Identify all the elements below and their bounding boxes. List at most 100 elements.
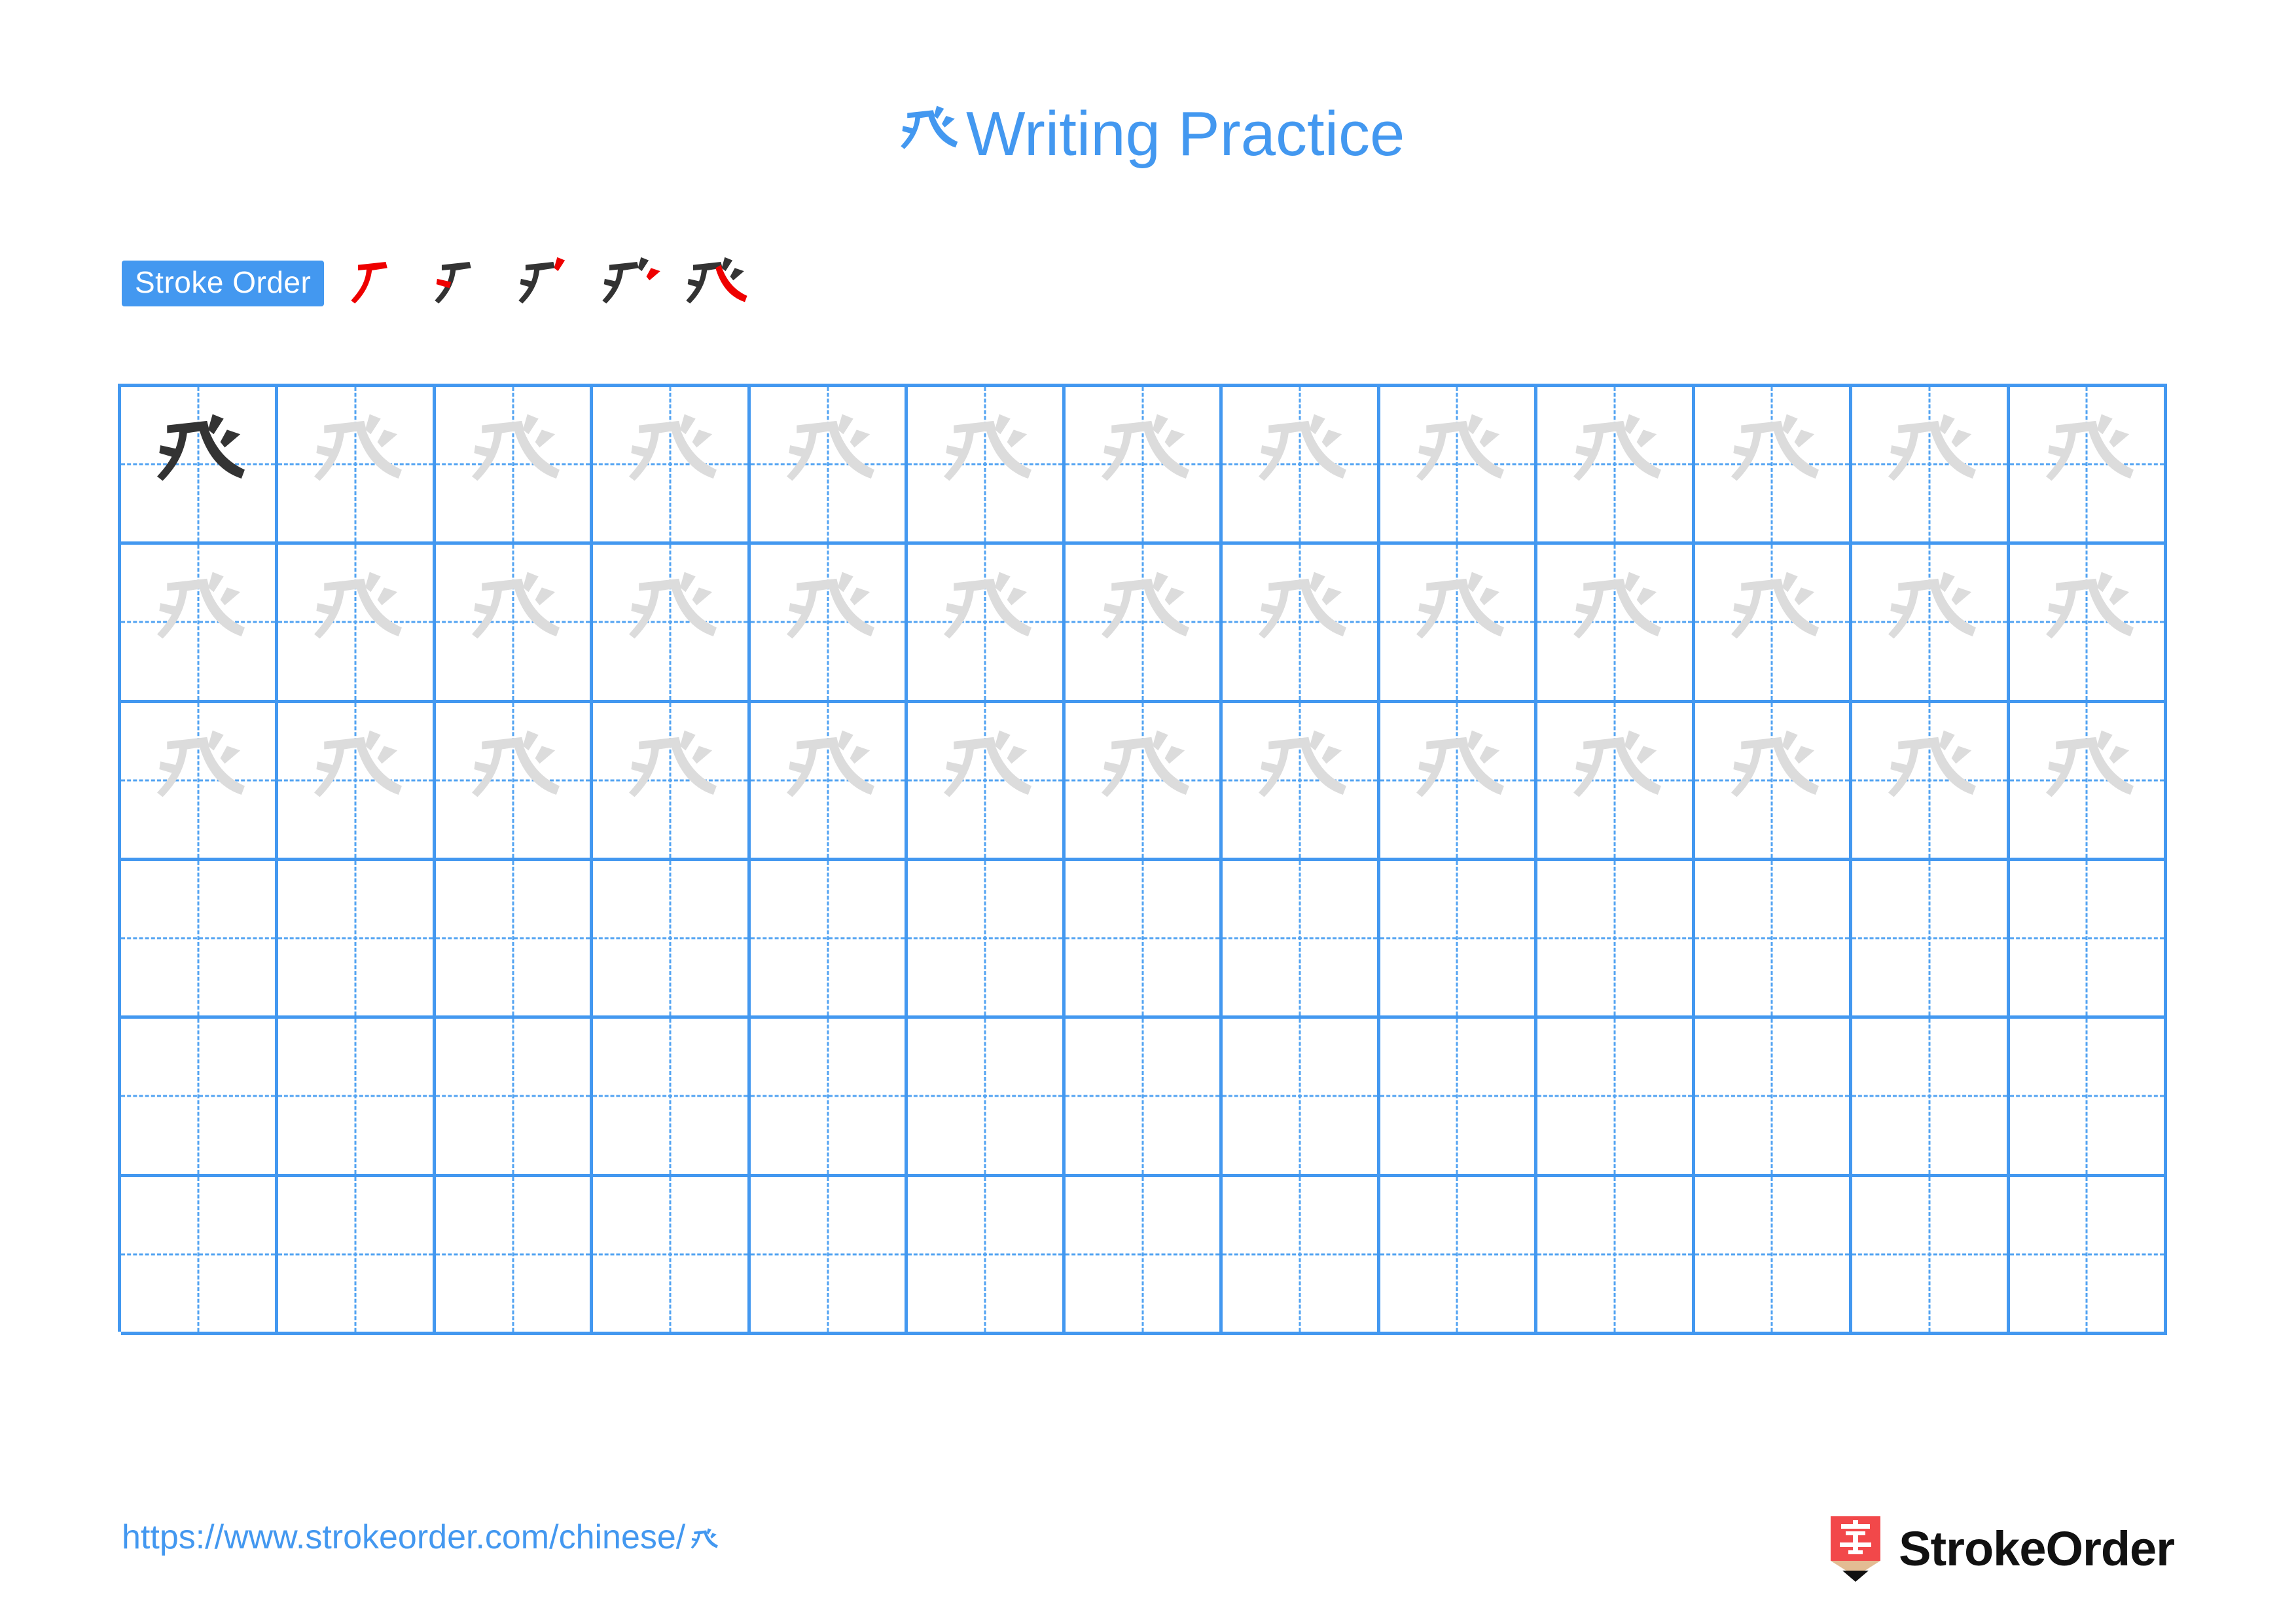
practice-cell-trace[interactable] <box>1065 545 1223 703</box>
practice-cell-trace[interactable] <box>435 702 594 861</box>
trace-character-glyph <box>436 545 590 699</box>
practice-cell-blank[interactable] <box>1852 860 2010 1019</box>
practice-cell-blank[interactable] <box>1380 1176 1538 1335</box>
practice-cell-trace[interactable] <box>1380 545 1538 703</box>
practice-cell-trace[interactable] <box>1852 702 2010 861</box>
practice-cell-trace[interactable] <box>593 545 751 703</box>
practice-cell-trace[interactable] <box>1065 702 1223 861</box>
practice-cell-blank[interactable] <box>593 860 751 1019</box>
trace-character-glyph <box>1695 387 1849 541</box>
stroke-order-steps <box>341 245 760 322</box>
practice-cell-model[interactable] <box>121 387 279 545</box>
practice-cell-trace[interactable] <box>1537 545 1695 703</box>
practice-cell-blank[interactable] <box>1380 860 1538 1019</box>
trace-character-glyph <box>1066 703 1219 858</box>
practice-cell-blank[interactable] <box>2009 1176 2168 1335</box>
practice-cell-trace[interactable] <box>1223 545 1380 703</box>
practice-cell-blank[interactable] <box>750 1176 908 1335</box>
practice-cell-blank[interactable] <box>1695 860 1853 1019</box>
practice-cell-trace[interactable] <box>1695 702 1853 861</box>
footer-url[interactable]: https://www.strokeorder.com/chinese/ <box>122 1518 721 1557</box>
practice-cell-trace[interactable] <box>1695 545 1853 703</box>
practice-cell-blank[interactable] <box>2009 860 2168 1019</box>
practice-cell-trace[interactable] <box>435 545 594 703</box>
practice-cell-trace[interactable] <box>750 702 908 861</box>
practice-cell-blank[interactable] <box>1695 1019 1853 1177</box>
practice-cell-blank[interactable] <box>278 860 436 1019</box>
practice-cell-trace[interactable] <box>908 545 1066 703</box>
practice-cell-blank[interactable] <box>908 1176 1066 1335</box>
practice-cell-trace[interactable] <box>1537 387 1695 545</box>
practice-cell-trace[interactable] <box>1223 702 1380 861</box>
trace-character-glyph <box>593 545 747 699</box>
stroke-step-1 <box>341 245 418 322</box>
trace-character-glyph <box>1223 545 1376 699</box>
practice-cell-blank[interactable] <box>1223 1019 1380 1177</box>
grid-row <box>121 702 2168 861</box>
practice-cell-blank[interactable] <box>593 1176 751 1335</box>
practice-cell-blank[interactable] <box>1065 860 1223 1019</box>
practice-cell-trace[interactable] <box>1380 702 1538 861</box>
practice-cell-blank[interactable] <box>750 860 908 1019</box>
trace-character-glyph <box>2010 387 2164 541</box>
model-character-glyph <box>121 387 275 541</box>
practice-cell-trace[interactable] <box>1380 387 1538 545</box>
practice-cell-blank[interactable] <box>593 1019 751 1177</box>
trace-character-glyph <box>121 703 275 858</box>
practice-cell-blank[interactable] <box>1065 1176 1223 1335</box>
practice-cell-blank[interactable] <box>435 860 594 1019</box>
trace-character-glyph <box>2010 703 2164 858</box>
practice-cell-trace[interactable] <box>435 387 594 545</box>
practice-cell-blank[interactable] <box>121 860 279 1019</box>
practice-cell-blank[interactable] <box>435 1019 594 1177</box>
practice-cell-trace[interactable] <box>2009 702 2168 861</box>
practice-cell-trace[interactable] <box>278 702 436 861</box>
practice-cell-trace[interactable] <box>908 387 1066 545</box>
practice-cell-blank[interactable] <box>278 1176 436 1335</box>
practice-cell-blank[interactable] <box>750 1019 908 1177</box>
practice-cell-blank[interactable] <box>908 860 1066 1019</box>
trace-character-glyph <box>1380 703 1534 858</box>
practice-cell-trace[interactable] <box>278 387 436 545</box>
brand-logo: StrokeOrder <box>1828 1514 2175 1584</box>
practice-cell-blank[interactable] <box>1223 860 1380 1019</box>
practice-cell-blank[interactable] <box>1537 1176 1695 1335</box>
practice-cell-blank[interactable] <box>1852 1019 2010 1177</box>
practice-cell-trace[interactable] <box>1065 387 1223 545</box>
trace-character-glyph <box>751 387 905 541</box>
brand-name: StrokeOrder <box>1899 1522 2175 1576</box>
trace-character-glyph <box>436 703 590 858</box>
practice-cell-blank[interactable] <box>121 1176 279 1335</box>
trace-character-glyph <box>1380 545 1534 699</box>
practice-cell-blank[interactable] <box>1065 1019 1223 1177</box>
practice-cell-trace[interactable] <box>2009 545 2168 703</box>
practice-cell-blank[interactable] <box>278 1019 436 1177</box>
practice-cell-trace[interactable] <box>1223 387 1380 545</box>
practice-cell-trace[interactable] <box>121 545 279 703</box>
trace-character-glyph <box>1852 387 2006 541</box>
practice-cell-blank[interactable] <box>1537 1019 1695 1177</box>
practice-cell-blank[interactable] <box>1223 1176 1380 1335</box>
stroke-step-4 <box>592 245 670 322</box>
practice-cell-blank[interactable] <box>908 1019 1066 1177</box>
practice-cell-trace[interactable] <box>750 387 908 545</box>
practice-cell-blank[interactable] <box>1852 1176 2010 1335</box>
practice-cell-trace[interactable] <box>908 702 1066 861</box>
practice-cell-trace[interactable] <box>1695 387 1853 545</box>
practice-cell-trace[interactable] <box>593 387 751 545</box>
practice-cell-trace[interactable] <box>1537 702 1695 861</box>
practice-cell-trace[interactable] <box>278 545 436 703</box>
trace-character-glyph <box>278 703 432 858</box>
practice-cell-trace[interactable] <box>750 545 908 703</box>
practice-cell-trace[interactable] <box>593 702 751 861</box>
practice-cell-trace[interactable] <box>2009 387 2168 545</box>
practice-cell-trace[interactable] <box>121 702 279 861</box>
practice-cell-trace[interactable] <box>1852 545 2010 703</box>
practice-cell-blank[interactable] <box>1695 1176 1853 1335</box>
practice-cell-blank[interactable] <box>1537 860 1695 1019</box>
practice-cell-blank[interactable] <box>2009 1019 2168 1177</box>
practice-cell-trace[interactable] <box>1852 387 2010 545</box>
practice-cell-blank[interactable] <box>121 1019 279 1177</box>
practice-cell-blank[interactable] <box>435 1176 594 1335</box>
practice-cell-blank[interactable] <box>1380 1019 1538 1177</box>
